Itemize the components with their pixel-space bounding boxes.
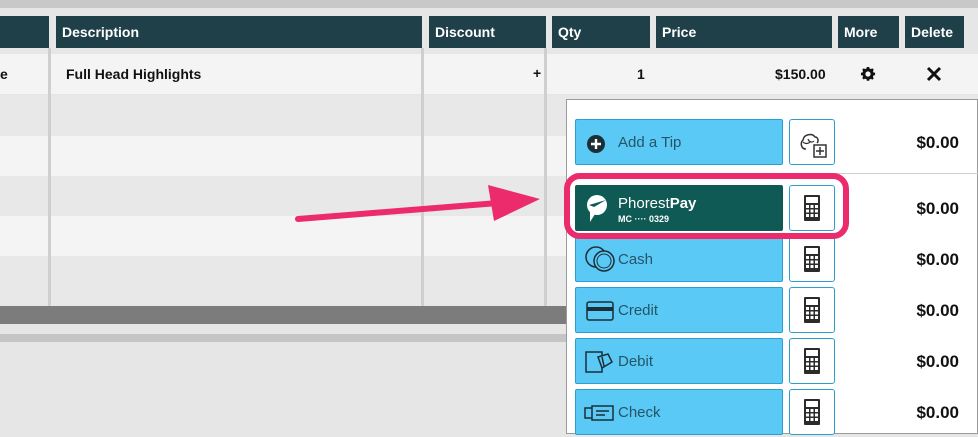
phorest-pay-highlight-annotation [564, 173, 849, 239]
column-divider [48, 48, 51, 306]
debit-label: Debit [618, 353, 654, 370]
coins-icon [584, 243, 616, 279]
check-payment-icon [584, 404, 614, 426]
header-qty-label: Qty [558, 24, 582, 40]
cash-label: Cash [618, 251, 654, 268]
header-discount-label: Discount [435, 24, 495, 40]
header-delete: Delete [905, 16, 964, 48]
credit-label: Credit [618, 302, 659, 319]
debit-card-icon [584, 349, 614, 379]
tip-split-button[interactable] [789, 119, 835, 165]
calculator-icon [804, 348, 820, 379]
row-discount-add[interactable]: + [533, 65, 541, 81]
payment-panel: Add a Tip $0.00 PhorestPay MC ···· 0329 … [566, 99, 978, 437]
row-leading-fragment: e [0, 66, 8, 82]
close-icon[interactable] [926, 66, 942, 87]
credit-calculator-button[interactable] [789, 287, 835, 333]
check-row: Check $0.00 [567, 389, 978, 437]
header-description-label: Description [62, 24, 140, 40]
credit-amount: $0.00 [916, 301, 959, 320]
cash-row: Cash $0.00 [567, 236, 978, 284]
header-discount: Discount [429, 16, 546, 48]
debit-row: Debit $0.00 [567, 338, 978, 386]
cash-calculator-button[interactable] [789, 236, 835, 282]
column-divider [544, 48, 547, 306]
tip-amount: $0.00 [916, 133, 959, 152]
column-divider [421, 48, 424, 306]
gear-icon[interactable] [859, 65, 877, 88]
row-description[interactable]: Full Head Highlights [66, 66, 201, 82]
cash-button[interactable]: Cash [575, 236, 783, 282]
arrow-annotation-icon [295, 185, 540, 222]
credit-card-icon [586, 301, 614, 325]
check-button[interactable]: Check [575, 389, 783, 435]
calculator-icon [804, 399, 820, 430]
header-delete-label: Delete [911, 24, 954, 40]
check-label: Check [618, 404, 661, 421]
check-amount: $0.00 [916, 403, 959, 422]
header-price-label: Price [662, 24, 697, 40]
add-tip-label: Add a Tip [618, 134, 682, 151]
plus-circle-icon [586, 134, 606, 158]
tip-split-icon [797, 127, 829, 164]
credit-button[interactable]: Credit [575, 287, 783, 333]
add-tip-button[interactable]: Add a Tip [575, 119, 783, 165]
credit-row: Credit $0.00 [567, 287, 978, 335]
header-more: More [838, 16, 899, 48]
table-row: e Full Head Highlights + 1 $150.00 [0, 54, 978, 94]
cash-amount: $0.00 [916, 250, 959, 269]
top-bar [0, 0, 978, 8]
tip-row: Add a Tip $0.00 [567, 119, 978, 167]
debit-amount: $0.00 [916, 352, 959, 371]
header-more-label: More [844, 24, 878, 40]
debit-button[interactable]: Debit [575, 338, 783, 384]
header-qty: Qty [552, 16, 650, 48]
calculator-icon [804, 297, 820, 328]
header-price: Price [656, 16, 832, 48]
row-price[interactable]: $150.00 [775, 66, 826, 82]
row-qty[interactable]: 1 [637, 66, 645, 82]
header-description: Description [56, 16, 422, 48]
header-cell-leading [0, 16, 49, 48]
check-calculator-button[interactable] [789, 389, 835, 435]
debit-calculator-button[interactable] [789, 338, 835, 384]
phorest-pay-amount: $0.00 [916, 199, 959, 218]
calculator-icon [804, 246, 820, 277]
